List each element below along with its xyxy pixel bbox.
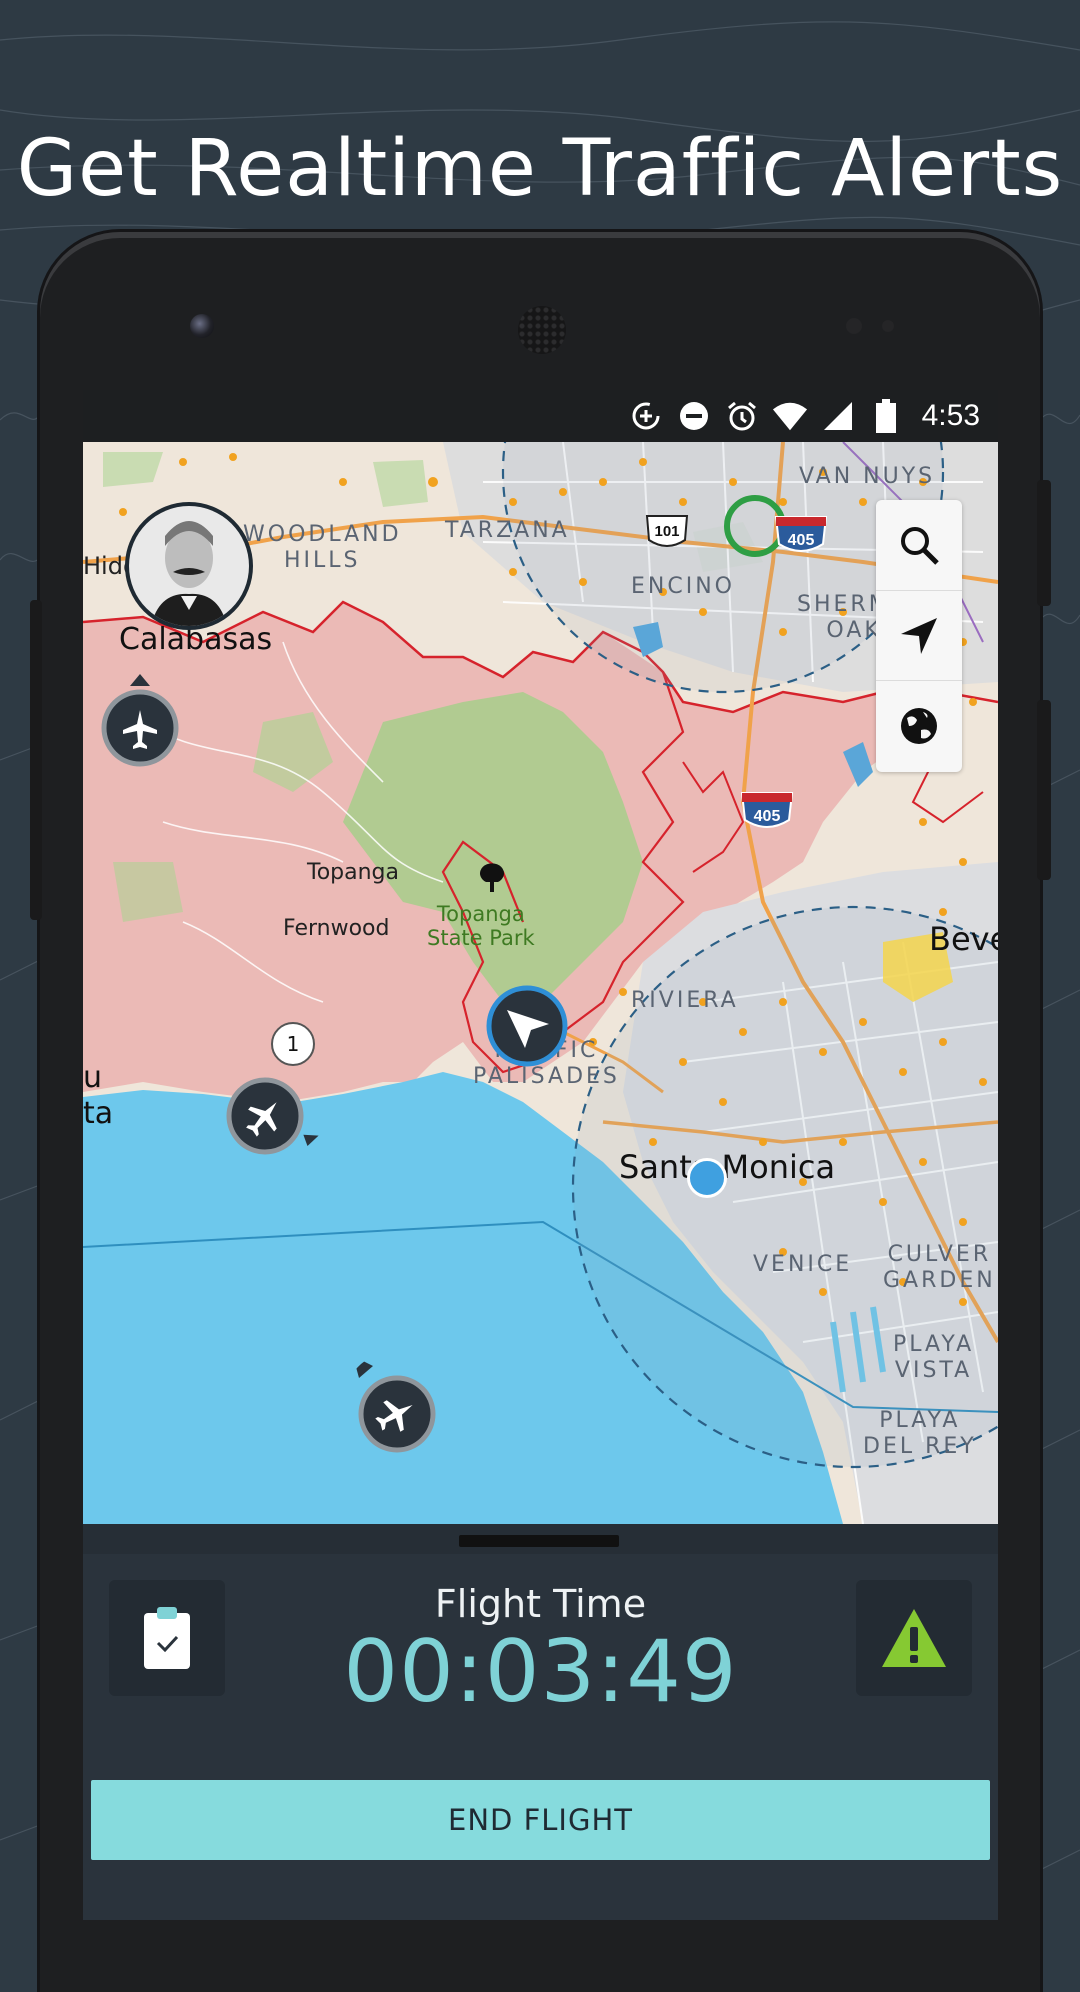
label-topanga-state-park: Topanga State Park — [427, 902, 535, 950]
aircraft-marker-calabasas[interactable] — [95, 670, 185, 770]
battery-icon — [868, 398, 904, 434]
alarm-icon — [724, 398, 760, 434]
aircraft-marker-ocean[interactable] — [343, 1352, 443, 1456]
aircraft-marker-coast[interactable] — [223, 1064, 327, 1164]
us-101-label: 101 — [654, 523, 679, 540]
current-location-dot — [687, 1158, 727, 1198]
do-not-disturb-icon — [676, 398, 712, 434]
interstate-shield-north: 405 — [774, 516, 828, 552]
panel-drag-bar[interactable] — [83, 1524, 998, 1554]
data-saver-icon — [628, 398, 664, 434]
i405-south-label: 405 — [754, 808, 781, 825]
power-button — [1037, 480, 1051, 606]
us-highway-shield: 101 — [645, 515, 689, 547]
end-flight-button[interactable]: END FLIGHT — [91, 1780, 990, 1860]
map-recenter-button[interactable] — [876, 590, 962, 681]
pilot-avatar[interactable] — [125, 502, 253, 630]
label-fernwood: Fernwood — [283, 916, 390, 941]
search-icon — [901, 527, 939, 565]
wifi-icon — [772, 398, 808, 434]
front-camera — [190, 314, 214, 338]
globe-icon — [901, 708, 937, 744]
light-sensor — [882, 320, 894, 332]
proximity-sensor — [846, 318, 862, 334]
flight-panel: Flight Time 00:03:49 END FLIGHT — [83, 1524, 998, 1920]
warning-icon — [882, 1609, 946, 1667]
status-clock: 4:53 — [921, 399, 980, 432]
interstate-shield-south: 405 — [740, 792, 794, 828]
earpiece-speaker — [518, 306, 566, 354]
label-beverly: Beve — [929, 920, 998, 958]
headline: Get Realtime Traffic Alerts — [16, 124, 1064, 215]
pilot-portrait — [129, 506, 249, 626]
label-santa-monica: Santa Monica — [619, 1148, 836, 1186]
cellular-icon — [820, 398, 856, 434]
status-bar: 4:53 — [83, 390, 998, 442]
label-playa-vista: PLAYA VISTA — [893, 1332, 975, 1383]
label-riviera: RIVIERA — [631, 988, 739, 1013]
map-layers-button[interactable] — [876, 680, 962, 771]
panel-handle[interactable] — [459, 1535, 619, 1547]
map-search-button[interactable] — [876, 500, 962, 590]
i405-north-label: 405 — [788, 532, 815, 549]
label-malibu-partial: u ta — [83, 1060, 114, 1131]
alert-button[interactable] — [856, 1580, 972, 1696]
map-controls — [876, 500, 962, 772]
label-tarzana: TARZANA — [445, 518, 570, 543]
map-view[interactable]: 101 405 405 WOODLAND HILLS TARZANA VAN N… — [83, 442, 998, 1524]
label-culver-gardens: CULVER GARDEN — [883, 1242, 996, 1293]
label-encino: ENCINO — [631, 574, 735, 599]
label-van-nuys: VAN NUYS — [799, 464, 936, 489]
aircraft-cluster-badge[interactable]: 1 — [271, 1022, 315, 1066]
own-drone-marker[interactable] — [485, 984, 569, 1068]
navigation-arrow-icon — [901, 618, 937, 654]
app-screen: 4:53 101 405 405 WOODLAND HILLS TARZANA … — [83, 390, 998, 1920]
label-playa-del-rey: PLAYA DEL REY — [863, 1408, 977, 1459]
label-topanga: Topanga — [307, 860, 399, 885]
volume-button — [1037, 700, 1051, 880]
label-woodland-hills: WOODLAND HILLS — [243, 522, 402, 573]
label-venice: VENICE — [753, 1252, 853, 1277]
side-button — [30, 600, 42, 920]
